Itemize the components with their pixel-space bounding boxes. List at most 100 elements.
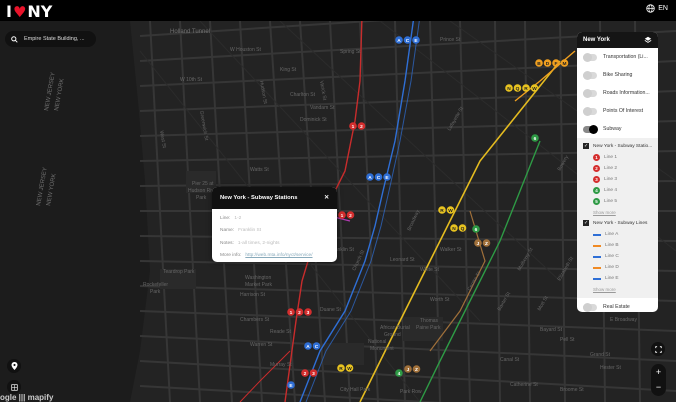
line-label: Line 1 [604,155,618,160]
field-value: 1-all times, 2-nights [237,240,280,246]
subway-line-item[interactable]: Line C [583,251,658,262]
sublayer-stations[interactable]: ✓ New York - Subway Statio... [583,140,658,152]
layer-subway[interactable]: Subway [577,120,658,138]
label-pier: Pier 25 at [192,181,214,187]
label-bayard: Bayard St [540,327,563,333]
heart-icon: ♥ [12,3,27,21]
toggle-switch[interactable] [583,302,597,312]
subway-badge-label: N [452,226,456,232]
grid-icon [10,383,18,391]
subway-badge-label: Z [485,241,488,247]
label-canal: Canal St [500,357,520,363]
layer-points-of-interest[interactable]: Points Of Interest [577,102,658,120]
checkbox-checked-icon[interactable]: ✓ [583,220,589,226]
map-attribution: ogle ||| mapify [0,393,54,402]
line-label: Line B [605,243,619,248]
layer-label: Bike Sharing [603,72,633,78]
subway-badge-label: A [397,38,401,44]
fullscreen-button[interactable] [651,342,665,356]
subway-line-item[interactable]: Line E [583,273,658,284]
label-park-row: Park Row [400,389,422,395]
subway-line-item[interactable]: Line A [583,229,658,240]
subway-badge-label: A [368,175,372,181]
label-king: King St [280,67,297,73]
station-line-item[interactable]: 4 Line 4 [583,185,658,196]
field-value: 1-2 [234,215,242,221]
search-input[interactable]: Empire State Building, ... [24,36,85,42]
checkbox-checked-icon[interactable]: ✓ [583,143,589,149]
subway-badge-label: C [315,344,319,350]
label-thomas-2: Paine Park [416,325,441,331]
label-dominick: Dominick St [300,117,327,123]
layers-icon[interactable] [644,36,652,44]
line-swatch-icon [593,244,601,247]
label-spring: Spring St [340,49,361,55]
label-african: African Burial [380,325,410,331]
basemap-button[interactable] [7,380,21,394]
search-bar[interactable]: Empire State Building, ... [5,31,96,47]
popup-header: New York - Subway Stations ✕ [212,187,337,209]
toggle-switch[interactable] [583,106,597,116]
subway-badge-label: A [306,344,310,350]
line-label: Line D [605,265,619,270]
label-white: White St [420,267,440,273]
sublayer-label: New York - Subway Lines [593,220,648,226]
sublayer-lines[interactable]: ✓ New York - Subway Lines [583,217,658,229]
station-line-item[interactable]: 1 Line 1 [583,152,658,163]
line-badge-icon: 2 [593,165,600,172]
subway-line-item[interactable]: Line D [583,262,658,273]
show-more-link[interactable]: Show more [583,207,658,217]
subway-badge-label: 3 [312,371,315,377]
label-leonard: Leonard St [390,257,415,263]
subway-badge-label: B [537,61,541,67]
layers-panel-header: New York [577,32,658,48]
label-walker: Walker St [440,247,462,253]
layer-roads-information[interactable]: Roads Information... [577,84,658,102]
label-hester: Hester St [600,365,621,371]
label-houston: W Houston St [230,47,261,53]
label-w10: W 10th St [180,77,203,83]
subway-badge-label: 3 [307,310,310,316]
line-swatch-icon [593,233,601,236]
station-line-item[interactable]: 5 Line 5 [583,196,658,207]
layer-transportation[interactable]: Transportation (Li... [577,48,658,66]
label-pell: Pell St [560,337,575,343]
popup-notes-row: Notes: 1-all times, 2-nights [212,237,337,250]
subway-badge-label: W [448,208,453,214]
label-african-4: Monument [370,346,394,352]
field-label: Line: [220,215,231,221]
label-city-hall: City Hall Park [340,387,371,393]
toggle-switch[interactable] [583,88,597,98]
close-icon[interactable]: ✕ [324,195,329,201]
field-value: Franklin St [238,228,262,234]
label-holland-tunnel: Holland Tunnel [170,29,210,35]
subway-line-item[interactable]: Line B [583,240,658,251]
label-thomas: Thomas [420,318,439,324]
map-canvas[interactable]: Holland Tunnel NEW JERSEY NEW YORK NEW J… [0,21,676,402]
label-catherine: Catherine St [510,382,538,388]
subway-badge-label: 4 [398,371,401,377]
station-line-item[interactable]: 2 Line 2 [583,163,658,174]
subway-badge-label: 2 [360,124,363,130]
app-window: I♥NY EN Holland Tunnel NEW JERSEY NEW YO… [0,0,676,402]
zoom-out-button[interactable]: − [651,380,666,396]
toggle-switch[interactable] [583,124,598,134]
line-swatch-icon [593,277,601,280]
subway-badge-label: D [546,61,550,67]
more-info-link[interactable]: http://web.mta.info/nyct/service/ [245,253,312,258]
location-pin-button[interactable] [7,359,21,373]
layer-real-estate[interactable]: Real Estate [577,298,658,312]
subway-badge-label: Q [516,86,520,92]
location-pin-icon [11,362,17,370]
zoom-in-button[interactable]: + [651,364,666,380]
language-switch[interactable]: EN [646,4,668,13]
label-african-2: Ground [384,332,401,338]
station-line-item[interactable]: 3 Line 3 [583,174,658,185]
toggle-switch[interactable] [583,52,597,62]
i-love-ny-logo[interactable]: I♥NY [6,2,52,21]
line-label: Line A [605,232,619,237]
layer-bike-sharing[interactable]: Bike Sharing [577,66,658,84]
logo-i: I [6,2,12,21]
toggle-switch[interactable] [583,70,597,80]
show-more-link[interactable]: Show more [583,284,658,294]
